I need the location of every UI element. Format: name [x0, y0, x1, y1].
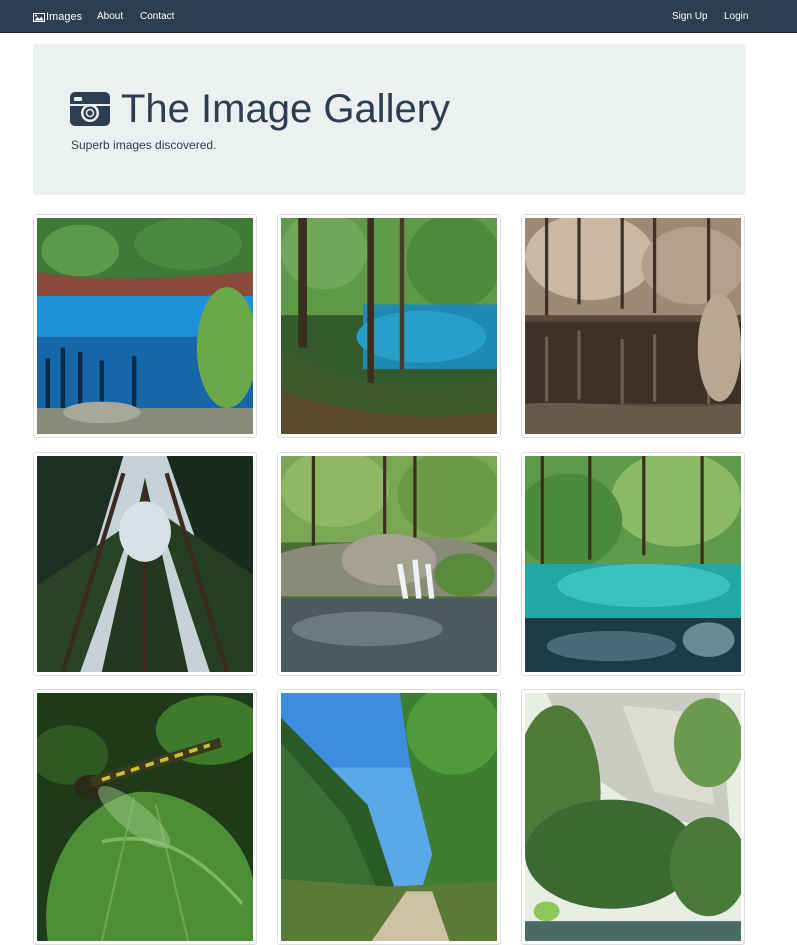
brand-link[interactable]: Images — [33, 9, 82, 25]
picture-icon — [33, 12, 45, 22]
gallery-thumbnail-2[interactable] — [277, 214, 501, 438]
gallery-thumbnail-7[interactable] — [33, 689, 257, 945]
navbar: Images About Contact Sign Up Login — [0, 0, 797, 33]
jumbotron: The Image Gallery Superb images discover… — [33, 44, 746, 195]
page-title: The Image Gallery — [70, 86, 450, 132]
gallery-thumbnail-8[interactable] — [277, 689, 501, 945]
gallery-thumbnail-3[interactable] — [521, 214, 745, 438]
nav-about-link[interactable]: About — [97, 11, 123, 22]
brand-label: Images — [46, 11, 83, 23]
camera-icon — [70, 91, 110, 127]
photo-cliff-river — [525, 693, 741, 941]
photo-tall-pines — [37, 456, 253, 672]
photo-blue-lake — [37, 218, 253, 434]
photo-forest-lake — [281, 218, 497, 434]
photo-dragonfly — [37, 693, 253, 941]
gallery-thumbnail-9[interactable] — [521, 689, 745, 945]
title-text: The Image Gallery — [121, 87, 451, 131]
photo-waterfall — [281, 456, 497, 672]
subtitle: Superb images discovered. — [71, 138, 217, 152]
nav-login-link[interactable]: Login — [724, 11, 748, 22]
gallery-thumbnail-1[interactable] — [33, 214, 257, 438]
nav-contact-link[interactable]: Contact — [140, 11, 174, 22]
gallery-thumbnail-6[interactable] — [521, 452, 745, 676]
gallery-thumbnail-4[interactable] — [33, 452, 257, 676]
photo-sepia-lake — [525, 218, 741, 434]
photo-gorge-path — [281, 693, 497, 941]
navbar-inner: Images About Contact Sign Up Login — [33, 0, 748, 33]
gallery-thumbnail-5[interactable] — [277, 452, 501, 676]
photo-turquoise-lake — [525, 456, 741, 672]
nav-signup-link[interactable]: Sign Up — [672, 11, 708, 22]
